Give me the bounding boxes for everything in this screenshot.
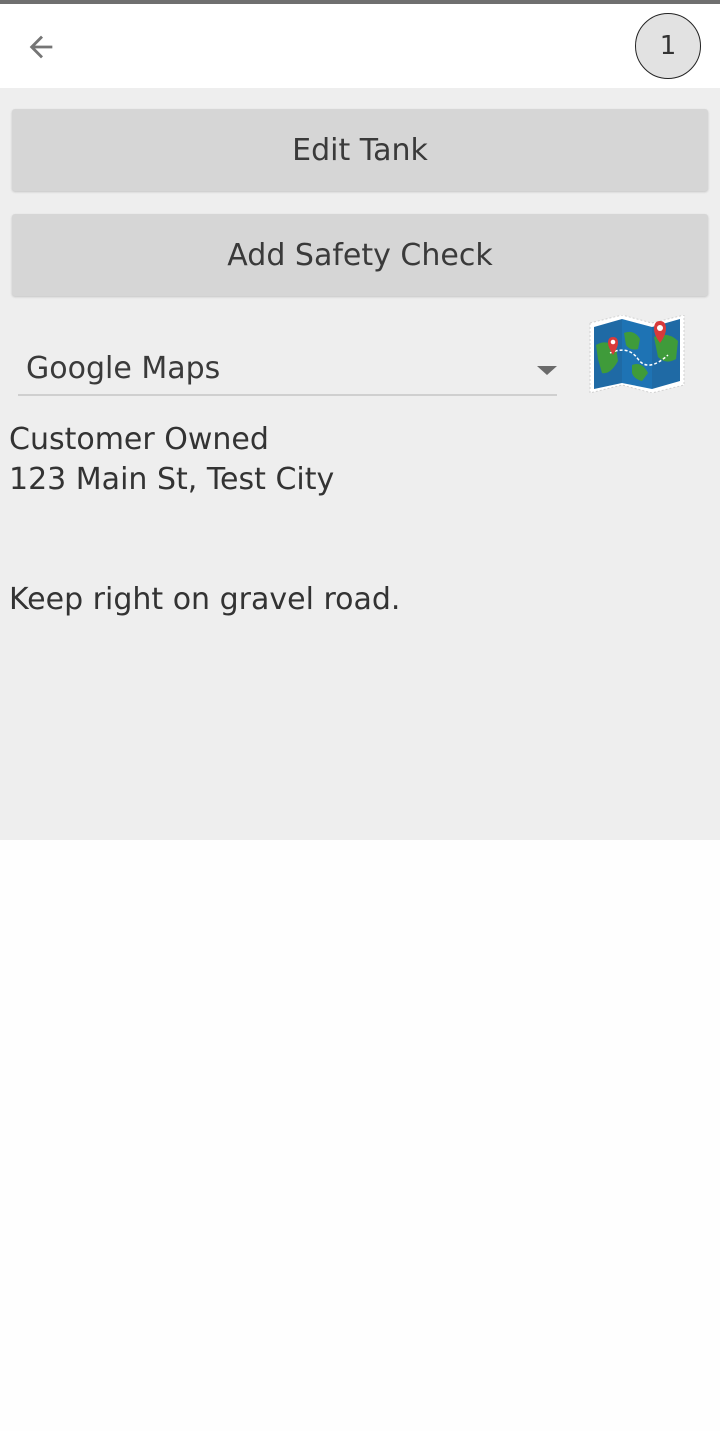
- edit-tank-button[interactable]: Edit Tank: [12, 109, 708, 191]
- app-header: 1: [0, 4, 720, 88]
- badge-count: 1: [659, 31, 677, 61]
- tank-address: 123 Main St, Test City: [9, 462, 335, 497]
- tank-ownership: Customer Owned: [9, 422, 269, 457]
- map-app-selected-value: Google Maps: [26, 351, 221, 386]
- add-safety-check-button[interactable]: Add Safety Check: [12, 214, 708, 296]
- back-button[interactable]: [18, 24, 64, 70]
- map-app-select[interactable]: Google Maps: [18, 342, 557, 396]
- tank-directions: Keep right on gravel road.: [9, 582, 401, 617]
- dropdown-arrow-icon: [537, 366, 557, 375]
- count-badge[interactable]: 1: [635, 13, 701, 79]
- tank-detail-panel: Edit Tank Add Safety Check Google Maps C…: [0, 88, 720, 840]
- arrow-left-icon: [29, 35, 53, 59]
- folded-map-icon: [589, 314, 685, 394]
- map-navigate-button[interactable]: [588, 314, 686, 394]
